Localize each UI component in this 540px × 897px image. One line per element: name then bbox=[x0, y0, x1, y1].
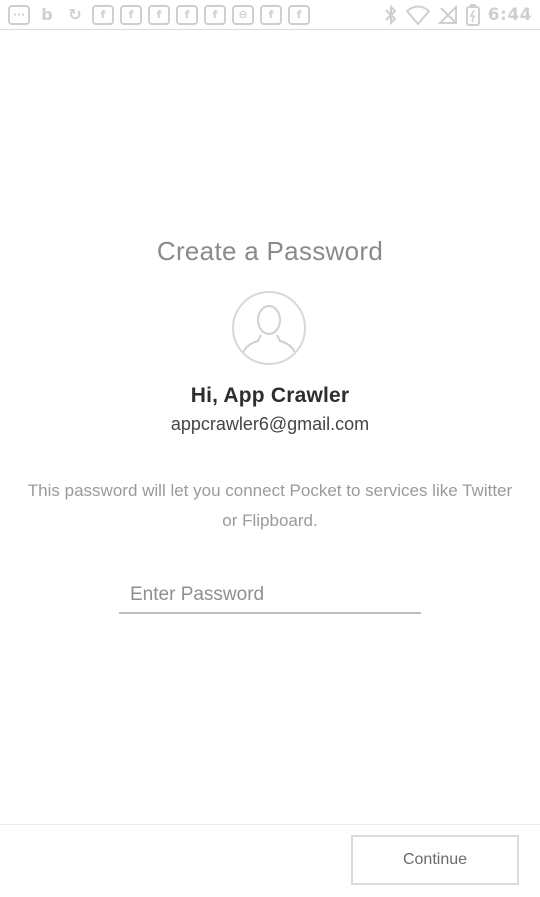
facebook-icon: f bbox=[260, 4, 282, 25]
b-app-icon: b bbox=[41, 5, 53, 24]
more-icon: ··· bbox=[8, 4, 30, 25]
facebook-icon: f bbox=[120, 4, 142, 25]
facebook-icon: f bbox=[92, 4, 114, 25]
battery-charging-icon bbox=[465, 3, 480, 26]
system-icons: 6:44 bbox=[384, 3, 532, 26]
bluetooth-icon bbox=[384, 4, 398, 25]
greeting: Hi, App Crawler bbox=[190, 384, 350, 407]
sync-icon: ↻ bbox=[68, 5, 82, 24]
password-description: This password will let you connect Pocke… bbox=[27, 481, 513, 530]
facebook-icon: f bbox=[288, 4, 310, 25]
page-title: Create a Password bbox=[156, 236, 384, 266]
car-icon: ⊖ bbox=[232, 4, 254, 25]
avatar bbox=[232, 291, 306, 365]
account-email: appcrawler6@gmail.com bbox=[170, 414, 370, 434]
notification-icons: ··· b ↻ f f f f f ⊖ f f bbox=[8, 4, 310, 25]
status-time: 6:44 bbox=[487, 4, 532, 25]
status-bar: ··· b ↻ f f f f f ⊖ f f 6:44 bbox=[0, 0, 540, 30]
footer-divider bbox=[0, 824, 540, 825]
password-field[interactable] bbox=[119, 582, 421, 614]
facebook-icon: f bbox=[148, 4, 170, 25]
continue-button[interactable]: Continue bbox=[351, 835, 519, 885]
facebook-icon: f bbox=[176, 4, 198, 25]
no-signal-icon bbox=[437, 4, 458, 25]
wifi-icon bbox=[405, 5, 430, 25]
user-silhouette-icon bbox=[239, 305, 299, 363]
facebook-icon: f bbox=[204, 4, 226, 25]
